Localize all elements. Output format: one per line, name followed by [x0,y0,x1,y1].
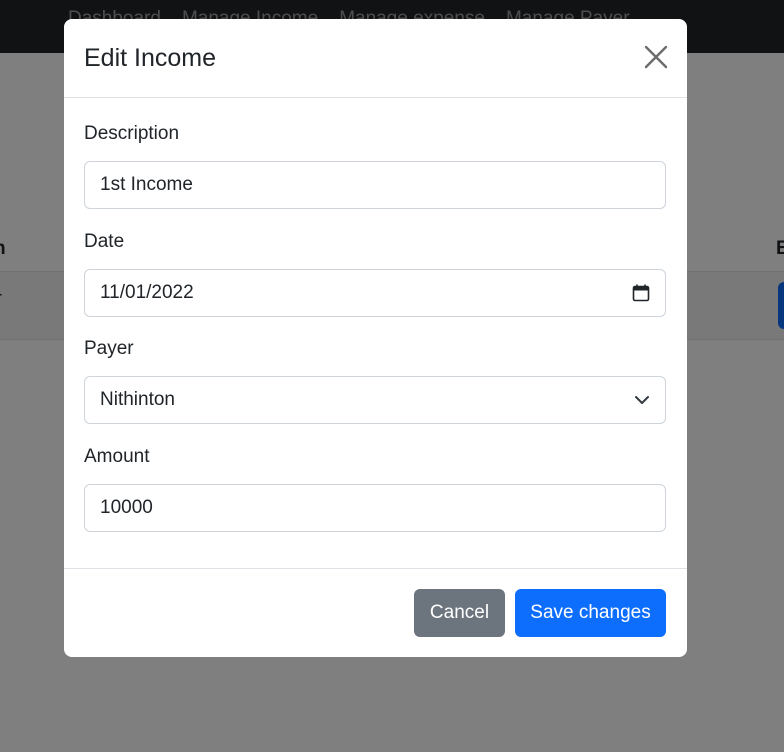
payer-value: Nithinton [100,389,175,410]
payer-select[interactable]: Nithinton [84,376,666,424]
description-value: 1st Income [100,174,193,195]
date-input[interactable]: 11/01/2022 [84,269,666,317]
save-changes-button[interactable]: Save changes [515,589,666,637]
modal-footer: Cancel Save changes [64,568,687,657]
modal-header: Edit Income [64,19,687,98]
calendar-icon[interactable] [632,284,650,302]
close-button[interactable] [643,44,669,70]
payer-group: Payer Nithinton [84,338,666,424]
date-label: Date [84,231,125,252]
edit-income-modal: Edit Income Description 1st Income Date … [64,19,687,657]
amount-label: Amount [84,446,150,467]
modal-title: Edit Income [84,44,217,72]
close-icon [644,45,668,69]
amount-value: 10000 [100,497,153,518]
cancel-button[interactable]: Cancel [414,589,505,637]
modal-body: Description 1st Income Date 11/01/2022 P… [64,98,687,568]
date-value: 11/01/2022 [100,282,194,303]
date-group: Date 11/01/2022 [84,231,666,317]
description-input[interactable]: 1st Income [84,161,666,209]
description-label: Description [84,123,180,144]
payer-label: Payer [84,338,134,359]
amount-input[interactable]: 10000 [84,484,666,532]
amount-group: Amount 10000 [84,446,666,532]
description-group: Description 1st Income [84,123,666,209]
chevron-down-icon [635,396,649,404]
